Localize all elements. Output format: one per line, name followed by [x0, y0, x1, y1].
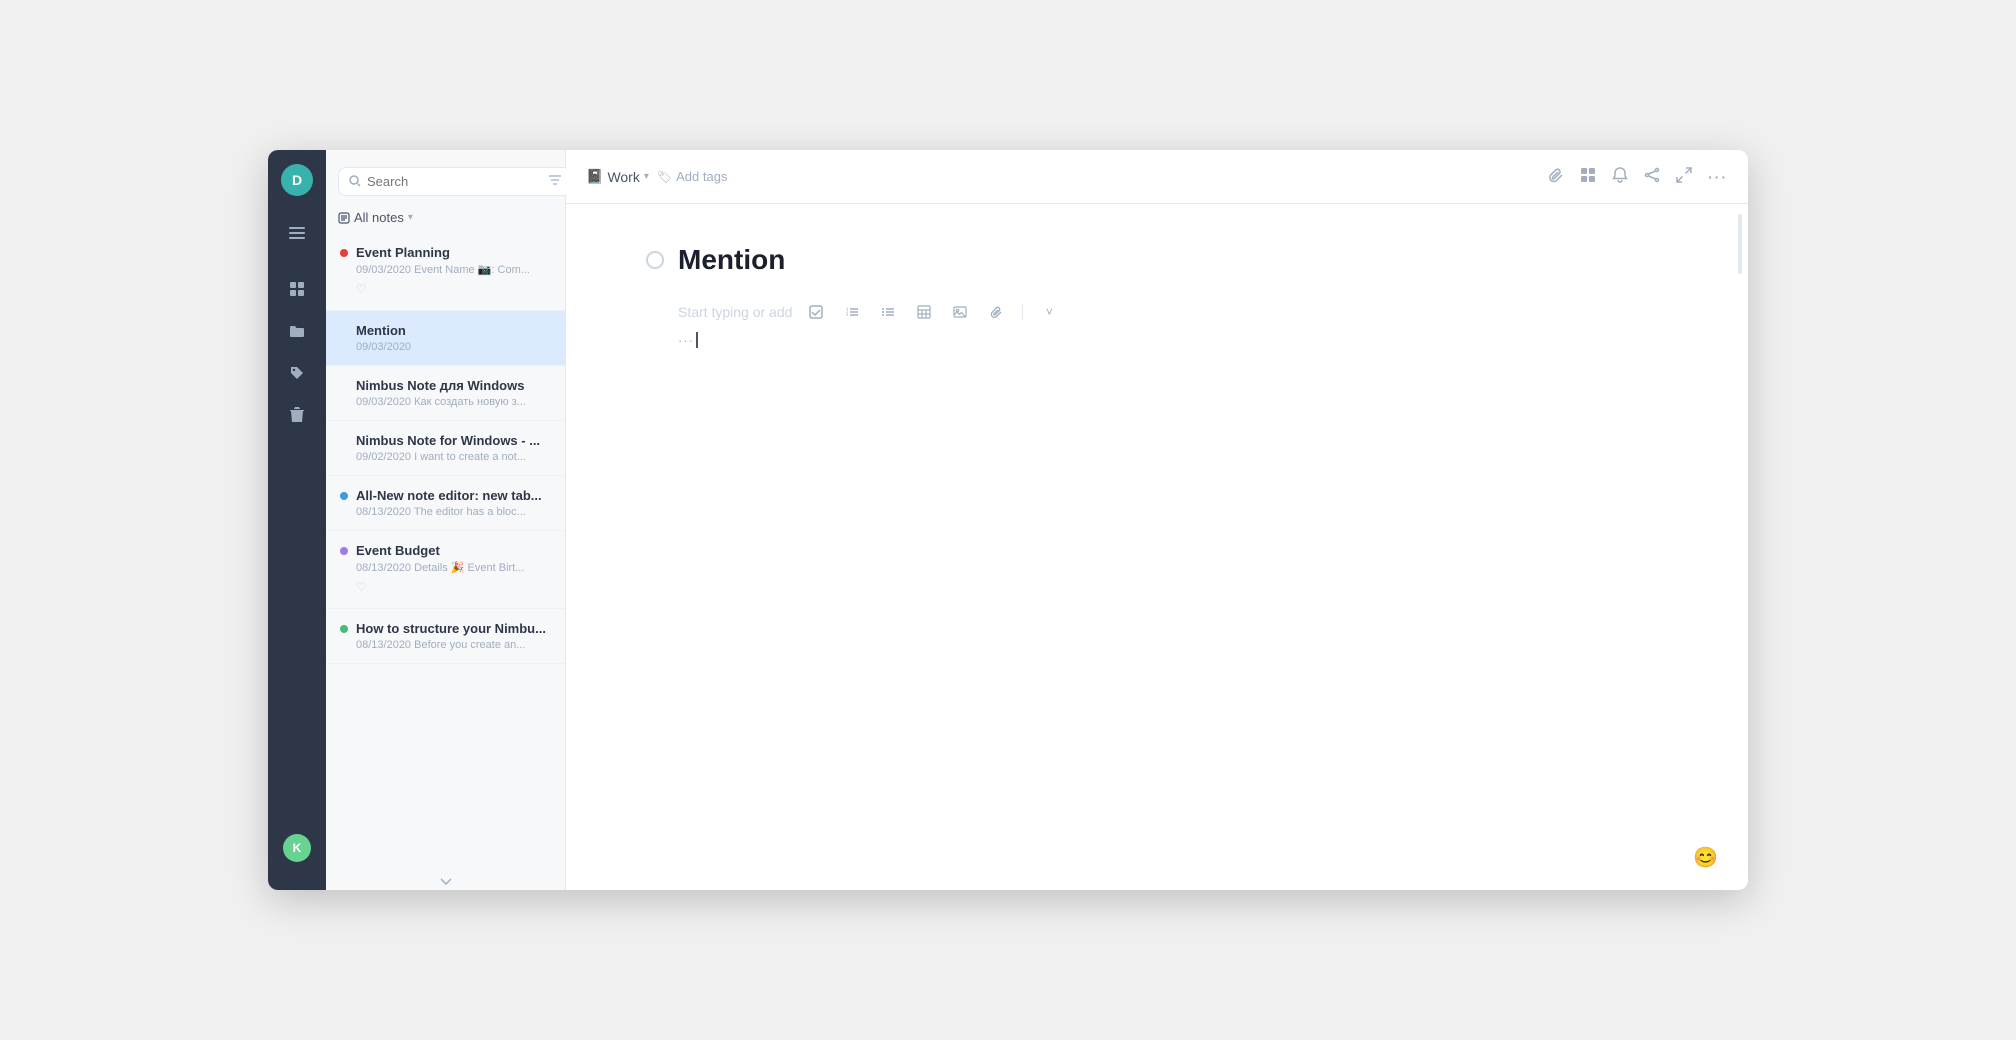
note-item-header: Mention	[340, 323, 551, 338]
trash-icon[interactable]	[278, 396, 316, 434]
note-dot	[340, 492, 348, 500]
search-icon	[349, 175, 361, 187]
note-item-meta: 08/13/2020 The editor has a bloc...	[340, 506, 551, 518]
note-item-meta: 09/03/2020 Event Name 📷: Com...	[340, 263, 551, 276]
note-dot	[340, 249, 348, 257]
grid-icon[interactable]	[278, 270, 316, 308]
tag-small-icon: 🏷	[657, 170, 672, 184]
notebook-label: Work	[607, 169, 639, 185]
note-item-meta: 09/03/2020	[340, 341, 551, 353]
text-cursor	[696, 332, 698, 348]
toolbar-left: 📓 Work ▾ 🏷 Add tags	[586, 168, 727, 185]
block-dots-icon[interactable]: ···	[678, 333, 694, 348]
note-item-event-planning[interactable]: Event Planning 09/03/2020 Event Name 📷: …	[326, 233, 565, 311]
expand-format-icon[interactable]: ˅	[1037, 300, 1061, 324]
user-avatar-d[interactable]: D	[281, 164, 313, 196]
checkbox-format-icon[interactable]	[804, 300, 828, 324]
editor-body[interactable]: Start typing or add 1	[646, 300, 1668, 348]
notes-panel: + All notes ▾ Event Planning 09/03/20	[326, 150, 566, 890]
share-toolbar-icon[interactable]	[1644, 167, 1660, 187]
note-dot	[340, 547, 348, 555]
note-item-mention[interactable]: Mention 09/03/2020	[326, 311, 565, 366]
note-item-header: Event Budget	[340, 543, 551, 558]
notebook-arrow-icon: ▾	[644, 171, 649, 182]
note-item-title: All-New note editor: new tab...	[356, 488, 542, 503]
search-box[interactable]	[338, 167, 590, 196]
all-notes-label-text: All notes	[354, 210, 404, 225]
unordered-list-format-icon[interactable]	[876, 300, 900, 324]
note-item-nimbus-windows-ru[interactable]: Nimbus Note для Windows 09/03/2020 Как с…	[326, 366, 565, 421]
app-window: D	[268, 150, 1748, 890]
note-item-header: Nimbus Note for Windows - ...	[340, 433, 551, 448]
emoji-button[interactable]: 😊	[1693, 845, 1718, 870]
editor-placeholder: Start typing or add	[678, 304, 792, 320]
note-item-meta: 08/13/2020 Details 🎉 Event Birt...	[340, 561, 551, 574]
tag-icon[interactable]	[278, 354, 316, 392]
editor-toolbar: 📓 Work ▾ 🏷 Add tags	[566, 150, 1748, 204]
attachment-toolbar-icon[interactable]	[1548, 167, 1564, 187]
user-avatar-k[interactable]: K	[283, 834, 311, 862]
search-input[interactable]	[367, 174, 543, 189]
toolbar-right: ···	[1548, 167, 1728, 187]
attach-format-icon[interactable]	[984, 300, 1008, 324]
note-item-header: Nimbus Note для Windows	[340, 378, 551, 393]
note-item-title: Mention	[356, 323, 406, 338]
note-item-title: Event Budget	[356, 543, 440, 558]
note-item-header: How to structure your Nimbu...	[340, 621, 551, 636]
image-format-icon[interactable]	[948, 300, 972, 324]
folder-icon[interactable]	[278, 312, 316, 350]
expand-toolbar-icon[interactable]	[1676, 167, 1692, 187]
svg-text:3: 3	[846, 312, 849, 317]
note-item-how-to-structure[interactable]: How to structure your Nimbu... 08/13/202…	[326, 609, 565, 664]
note-item-meta: 09/03/2020 Как создать новую з...	[340, 396, 551, 408]
ordered-list-format-icon[interactable]: 1 2 3	[840, 300, 864, 324]
notes-filter-bar: All notes ▾	[326, 206, 565, 233]
filter-dropdown-icon: ▾	[408, 212, 413, 223]
add-tags-label: Add tags	[676, 169, 727, 184]
note-title-input[interactable]	[678, 244, 1668, 276]
note-item-title: Event Planning	[356, 245, 450, 260]
note-item-nimbus-windows-en[interactable]: Nimbus Note for Windows - ... 09/02/2020…	[326, 421, 565, 476]
icon-sidebar: D	[268, 150, 326, 890]
editor-scrollbar[interactable]	[1738, 214, 1742, 274]
note-title-area	[646, 244, 1668, 276]
editor-placeholder-row: Start typing or add 1	[678, 300, 1668, 324]
note-heart-icon[interactable]: ♡	[356, 580, 367, 594]
note-item-header: Event Planning	[340, 245, 551, 260]
note-heart-icon[interactable]: ♡	[356, 282, 367, 296]
cursor-row: ···	[678, 332, 1668, 348]
grid-view-toolbar-icon[interactable]	[1580, 167, 1596, 187]
table-format-icon[interactable]	[912, 300, 936, 324]
title-status-circle[interactable]	[646, 251, 664, 269]
note-item-title: Nimbus Note for Windows - ...	[356, 433, 540, 448]
notebook-icon: 📓	[586, 168, 603, 185]
scroll-down-button[interactable]	[326, 874, 565, 890]
hamburger-icon[interactable]	[278, 214, 316, 252]
add-tags-button[interactable]: 🏷 Add tags	[657, 169, 728, 184]
note-item-title: Nimbus Note для Windows	[356, 378, 524, 393]
editor-area: 📓 Work ▾ 🏷 Add tags	[566, 150, 1748, 890]
notes-list-icon	[338, 212, 350, 224]
note-item-meta: 09/02/2020 I want to create a not...	[340, 451, 551, 463]
note-item-title: How to structure your Nimbu...	[356, 621, 546, 636]
filter-icon[interactable]	[549, 174, 561, 188]
note-item-event-budget[interactable]: Event Budget 08/13/2020 Details 🎉 Event …	[326, 531, 565, 609]
all-notes-filter[interactable]: All notes ▾	[338, 210, 413, 225]
format-divider	[1022, 304, 1023, 320]
bell-toolbar-icon[interactable]	[1612, 167, 1628, 187]
notebook-selector[interactable]: 📓 Work ▾	[586, 168, 649, 185]
editor-content[interactable]: Start typing or add 1	[566, 204, 1748, 890]
more-toolbar-icon[interactable]: ···	[1708, 169, 1728, 185]
note-dot	[340, 625, 348, 633]
note-item-header: All-New note editor: new tab...	[340, 488, 551, 503]
note-item-all-new-editor[interactable]: All-New note editor: new tab... 08/13/20…	[326, 476, 565, 531]
notes-header: +	[326, 150, 565, 206]
note-item-meta: 08/13/2020 Before you create an...	[340, 639, 551, 651]
notes-list: Event Planning 09/03/2020 Event Name 📷: …	[326, 233, 565, 874]
